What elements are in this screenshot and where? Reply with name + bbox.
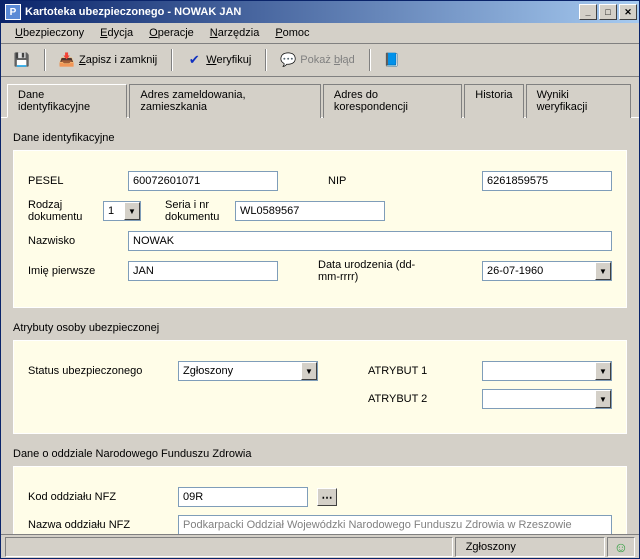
window-title: Kartoteka ubezpieczonego - NOWAK JAN (25, 6, 579, 18)
status-text: Zgłoszony (455, 537, 605, 557)
imie-input[interactable] (128, 261, 278, 281)
chevron-down-icon[interactable]: ▼ (595, 262, 611, 280)
app-icon: P (5, 4, 21, 20)
group-oddzial-label: Dane o oddziale Narodowego Funduszu Zdro… (13, 448, 627, 460)
close-button[interactable]: ✕ (619, 4, 637, 20)
kod-browse-button[interactable]: ⋯ (317, 488, 337, 506)
imie-label: Imię pierwsze (28, 265, 118, 277)
toolbar-separator (44, 49, 45, 71)
tab-dane-identyfikacyjne[interactable]: Dane identyfikacyjne (7, 84, 127, 118)
save-close-icon: 📥 (59, 52, 75, 68)
save-close-button[interactable]: 📥 Zapisz i zamknij (52, 48, 164, 72)
nazwa-input (178, 515, 612, 534)
pesel-label: PESEL (28, 175, 118, 187)
show-error-label: Pokaż błąd (300, 54, 354, 66)
help-icon-button[interactable]: 📘 (377, 48, 407, 72)
toolbar-separator (171, 49, 172, 71)
app-window: P Kartoteka ubezpieczonego - NOWAK JAN _… (0, 0, 640, 559)
tabstrip: Dane identyfikacyjne Adres zameldowania,… (1, 77, 639, 118)
status-indicator: ☺ (607, 537, 635, 557)
tab-historia[interactable]: Historia (464, 84, 523, 118)
group-dane-id-label: Dane identyfikacyjne (13, 132, 627, 144)
minimize-button[interactable]: _ (579, 4, 597, 20)
save-close-label: Zapisz i zamknij (79, 54, 157, 66)
atrybut2-combo[interactable]: ▼ (482, 389, 612, 409)
book-icon: 📘 (384, 52, 400, 68)
nip-label: NIP (328, 175, 378, 187)
rodzaj-dok-value: 1 (108, 205, 114, 217)
verify-button[interactable]: ✔ Weryfikuj (179, 48, 258, 72)
group-oddzial: Kod oddziału NFZ ⋯ Nazwa oddziału NFZ (13, 466, 627, 534)
chevron-down-icon[interactable]: ▼ (595, 362, 611, 380)
group-dane-id: PESEL NIP Rodzaj dokumentu 1 ▼ Seria i n… (13, 150, 627, 308)
verify-label: Weryfikuj (206, 54, 251, 66)
nip-input[interactable] (482, 171, 612, 191)
nazwisko-input[interactable] (128, 231, 612, 251)
status-cell-empty (5, 537, 453, 557)
atrybut1-label: ATRYBUT 1 (368, 365, 458, 377)
nazwa-label: Nazwa oddziału NFZ (28, 519, 168, 531)
chevron-down-icon[interactable]: ▼ (595, 390, 611, 408)
toolbar: 💾 📥 Zapisz i zamknij ✔ Weryfikuj 💬 Pokaż… (1, 44, 639, 77)
group-atrybuty: Status ubezpieczonego Zgłoszony ▼ ATRYBU… (13, 340, 627, 434)
toolbar-separator (265, 49, 266, 71)
titlebar: P Kartoteka ubezpieczonego - NOWAK JAN _… (1, 1, 639, 23)
data-ur-input[interactable]: 26-07-1960 ▼ (482, 261, 612, 281)
content-area: Dane identyfikacyjne PESEL NIP Rodzaj do… (1, 118, 639, 534)
status-value: Zgłoszony (183, 365, 233, 377)
nazwisko-label: Nazwisko (28, 235, 118, 247)
atrybut2-label: ATRYBUT 2 (368, 393, 458, 405)
rodzaj-dok-combo[interactable]: 1 ▼ (103, 201, 141, 221)
toolbar-separator (369, 49, 370, 71)
menu-operacje[interactable]: Operacje (141, 25, 202, 41)
menubar: Ubezpieczony Edycja Operacje Narzędzia P… (1, 23, 639, 44)
seria-label: Seria i nr dokumentu (165, 199, 225, 223)
menu-narzedzia[interactable]: Narzędzia (202, 25, 268, 41)
status-label: Status ubezpieczonego (28, 365, 168, 377)
menu-pomoc[interactable]: Pomoc (267, 25, 317, 41)
tab-adres-zameldowania[interactable]: Adres zameldowania, zamieszkania (129, 84, 321, 118)
menu-ubezpieczony[interactable]: Ubezpieczony (7, 25, 92, 41)
kod-input[interactable] (178, 487, 308, 507)
pesel-input[interactable] (128, 171, 278, 191)
maximize-button[interactable]: □ (599, 4, 617, 20)
check-icon: ✔ (186, 52, 202, 68)
rodzaj-dok-label: Rodzaj dokumentu (28, 199, 93, 223)
menu-edycja[interactable]: Edycja (92, 25, 141, 41)
group-atrybuty-label: Atrybuty osoby ubezpieczonej (13, 322, 627, 334)
data-ur-label: Data urodzenia (dd-mm-rrrr) (318, 259, 418, 283)
floppy-icon: 💾 (14, 52, 30, 68)
status-combo[interactable]: Zgłoszony ▼ (178, 361, 318, 381)
atrybut1-combo[interactable]: ▼ (482, 361, 612, 381)
tab-wyniki-weryfikacji[interactable]: Wyniki weryfikacji (526, 84, 631, 118)
save-icon-button[interactable]: 💾 (7, 48, 37, 72)
statusbar: Zgłoszony ☺ (1, 534, 639, 558)
chevron-down-icon[interactable]: ▼ (124, 202, 140, 220)
seria-input[interactable] (235, 201, 385, 221)
kod-label: Kod oddziału NFZ (28, 491, 168, 503)
show-error-button[interactable]: 💬 Pokaż błąd (273, 48, 361, 72)
smiley-icon: ☺ (614, 539, 628, 555)
error-icon: 💬 (280, 52, 296, 68)
tab-adres-korespondencji[interactable]: Adres do korespondencji (323, 84, 462, 118)
chevron-down-icon[interactable]: ▼ (301, 362, 317, 380)
data-ur-value: 26-07-1960 (487, 265, 543, 277)
